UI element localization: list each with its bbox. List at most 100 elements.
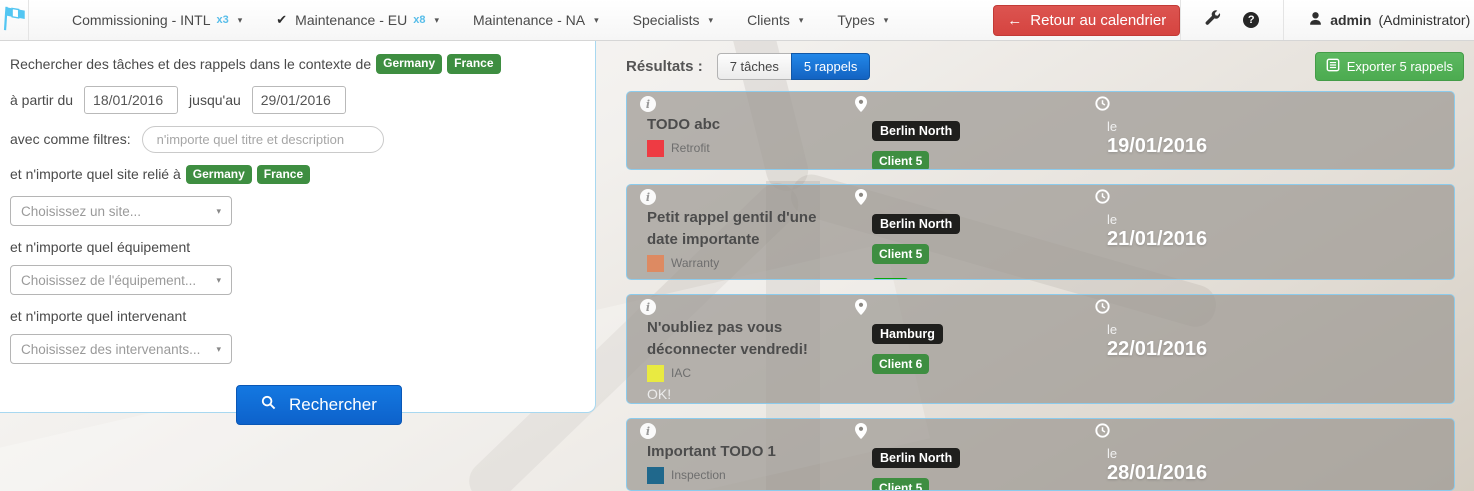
title-filter-input[interactable] bbox=[142, 126, 384, 153]
reminder-card[interactable]: i N'oubliez pas vous déconnecter vendred… bbox=[626, 294, 1455, 404]
type-label: IAC bbox=[671, 366, 691, 380]
chevron-down-icon: ▾ bbox=[434, 15, 439, 26]
help-icon[interactable]: ? bbox=[1243, 12, 1259, 28]
export-button-label: Exporter 5 rappels bbox=[1347, 59, 1453, 74]
chevron-down-icon: ▾ bbox=[594, 15, 599, 26]
reminder-type-row: Warranty bbox=[647, 255, 719, 272]
site-context-row: et n'importe quel site relié à Germany F… bbox=[10, 165, 595, 185]
clock-icon bbox=[1095, 96, 1110, 116]
card-badges: Hamburg Client 6 bbox=[872, 324, 943, 374]
card-badges: Berlin North Client 5 bbox=[872, 121, 960, 170]
search-button[interactable]: Rechercher bbox=[236, 385, 402, 425]
nav-item-maintenance-eu[interactable]: ✔ Maintenance - EU x8 ▾ bbox=[259, 0, 456, 40]
reminder-card[interactable]: i Important TODO 1 Inspection Berlin Nor… bbox=[626, 418, 1455, 491]
context-row: Rechercher des tâches et des rappels dan… bbox=[10, 54, 595, 74]
help-icon-glyph: ? bbox=[1248, 14, 1255, 26]
type-color-swatch bbox=[647, 467, 664, 484]
reminder-card[interactable]: i TODO abc Retrofit Berlin North Client … bbox=[626, 91, 1455, 170]
tab-tasks[interactable]: 7 tâches bbox=[717, 53, 791, 80]
info-icon[interactable]: i bbox=[640, 189, 656, 205]
site-select[interactable]: Choisissez un site... ▾ bbox=[10, 196, 232, 226]
info-icon[interactable]: i bbox=[640, 96, 656, 112]
context-label: Rechercher des tâches et des rappels dan… bbox=[10, 56, 371, 72]
wrench-icon[interactable] bbox=[1205, 10, 1221, 31]
site-filter-label: et n'importe quel site relié à bbox=[10, 166, 181, 182]
equipment-badge: MI-6 bbox=[872, 278, 909, 280]
chevron-down-icon: ▾ bbox=[216, 275, 221, 286]
card-location-column: Berlin North Client 5 bbox=[855, 96, 1095, 170]
date-prefix: le bbox=[1107, 322, 1117, 337]
info-icon[interactable]: i bbox=[640, 299, 656, 315]
equipment-select-value: Choisissez de l'équipement... bbox=[21, 273, 196, 288]
info-icon-glyph: i bbox=[646, 98, 650, 111]
to-date-label: jusqu'au bbox=[189, 92, 241, 108]
export-button[interactable]: Exporter 5 rappels bbox=[1315, 52, 1464, 81]
reminder-type-row: IAC bbox=[647, 365, 691, 382]
to-date-input[interactable] bbox=[252, 86, 346, 114]
search-button-label: Rechercher bbox=[289, 395, 377, 415]
user-role: (Administrator) bbox=[1378, 12, 1470, 28]
arrow-left-icon: ← bbox=[1007, 12, 1022, 29]
search-icon bbox=[261, 395, 276, 415]
nav-item-count: x3 bbox=[216, 14, 228, 26]
reminder-list: i TODO abc Retrofit Berlin North Client … bbox=[626, 91, 1455, 491]
user-name: admin bbox=[1330, 12, 1371, 28]
equipment-select[interactable]: Choisissez de l'équipement... ▾ bbox=[10, 265, 232, 295]
nav-item-types[interactable]: Types ▾ bbox=[820, 0, 905, 40]
reminder-card[interactable]: i Petit rappel gentil d'une date importa… bbox=[626, 184, 1455, 280]
from-date-input[interactable] bbox=[84, 86, 178, 114]
staff-select[interactable]: Choisissez des intervenants... ▾ bbox=[10, 334, 232, 364]
user-icon bbox=[1308, 11, 1323, 29]
site-badge-france: France bbox=[257, 165, 310, 185]
info-icon[interactable]: i bbox=[640, 423, 656, 439]
chevron-down-icon: ▾ bbox=[799, 15, 804, 26]
staff-select-value: Choisissez des intervenants... bbox=[21, 342, 200, 357]
context-badge-germany: Germany bbox=[376, 54, 442, 74]
card-location-column: Hamburg Client 6 bbox=[855, 299, 1095, 403]
reminder-type-row: Inspection bbox=[647, 467, 726, 484]
site-badge: Hamburg bbox=[872, 324, 943, 344]
results-section: Résultats : 7 tâches 5 rappels Exporter … bbox=[596, 41, 1474, 491]
type-label: Inspection bbox=[671, 468, 726, 482]
staff-filter-label: et n'importe quel intervenant bbox=[10, 308, 595, 324]
results-tabs: 7 tâches 5 rappels bbox=[717, 53, 871, 80]
map-pin-icon bbox=[855, 96, 867, 117]
client-badge: Client 5 bbox=[872, 244, 929, 264]
chevron-down-icon: ▾ bbox=[216, 344, 221, 355]
reminder-type-row: Retrofit bbox=[647, 140, 710, 157]
app-logo[interactable] bbox=[0, 0, 29, 40]
reminder-date: 21/01/2016 bbox=[1107, 228, 1207, 251]
nav-item-clients[interactable]: Clients ▾ bbox=[730, 0, 820, 40]
chevron-down-icon: ▾ bbox=[709, 15, 714, 26]
clock-icon bbox=[1095, 299, 1110, 319]
reminder-date: 28/01/2016 bbox=[1107, 462, 1207, 485]
reminder-title: N'oubliez pas vous déconnecter vendredi! bbox=[647, 317, 843, 361]
reminder-date: 22/01/2016 bbox=[1107, 338, 1207, 361]
nav-item-label: Commissioning - INTL bbox=[72, 12, 210, 28]
nav-item-maintenance-na[interactable]: Maintenance - NA ▾ bbox=[456, 0, 616, 40]
nav-item-label: Clients bbox=[747, 12, 790, 28]
filters-row: avec comme filtres: bbox=[10, 126, 595, 153]
card-location-column: Berlin North Client 5 bbox=[855, 423, 1095, 491]
card-date-column: le 28/01/2016 bbox=[1095, 423, 1454, 491]
chevron-down-icon: ▾ bbox=[884, 15, 889, 26]
map-pin-icon bbox=[855, 423, 867, 444]
context-badge-france: France bbox=[447, 54, 500, 74]
nav-menu: Commissioning - INTL x3 ▾ ✔ Maintenance … bbox=[55, 0, 905, 40]
site-badge: Berlin North bbox=[872, 448, 960, 468]
card-location-column: Berlin North Client 5 MI-6 bbox=[855, 189, 1095, 280]
map-pin-icon bbox=[855, 299, 867, 320]
back-to-calendar-button[interactable]: ← Retour au calendrier bbox=[993, 5, 1180, 36]
reminder-title: TODO abc bbox=[647, 114, 720, 136]
info-icon-glyph: i bbox=[646, 425, 650, 438]
site-badge-germany: Germany bbox=[186, 165, 252, 185]
user-menu[interactable]: admin (Administrator) ▾ bbox=[1283, 0, 1474, 40]
client-badge: Client 5 bbox=[872, 151, 929, 170]
card-date-column: le 22/01/2016 bbox=[1095, 299, 1454, 403]
nav-item-commissioning-intl[interactable]: Commissioning - INTL x3 ▾ bbox=[55, 0, 259, 40]
tab-reminders[interactable]: 5 rappels bbox=[791, 53, 870, 80]
chevron-down-icon: ▾ bbox=[238, 15, 243, 26]
nav-item-specialists[interactable]: Specialists ▾ bbox=[616, 0, 730, 40]
nav-item-label: Maintenance - NA bbox=[473, 12, 585, 28]
filters-label: avec comme filtres: bbox=[10, 131, 131, 147]
